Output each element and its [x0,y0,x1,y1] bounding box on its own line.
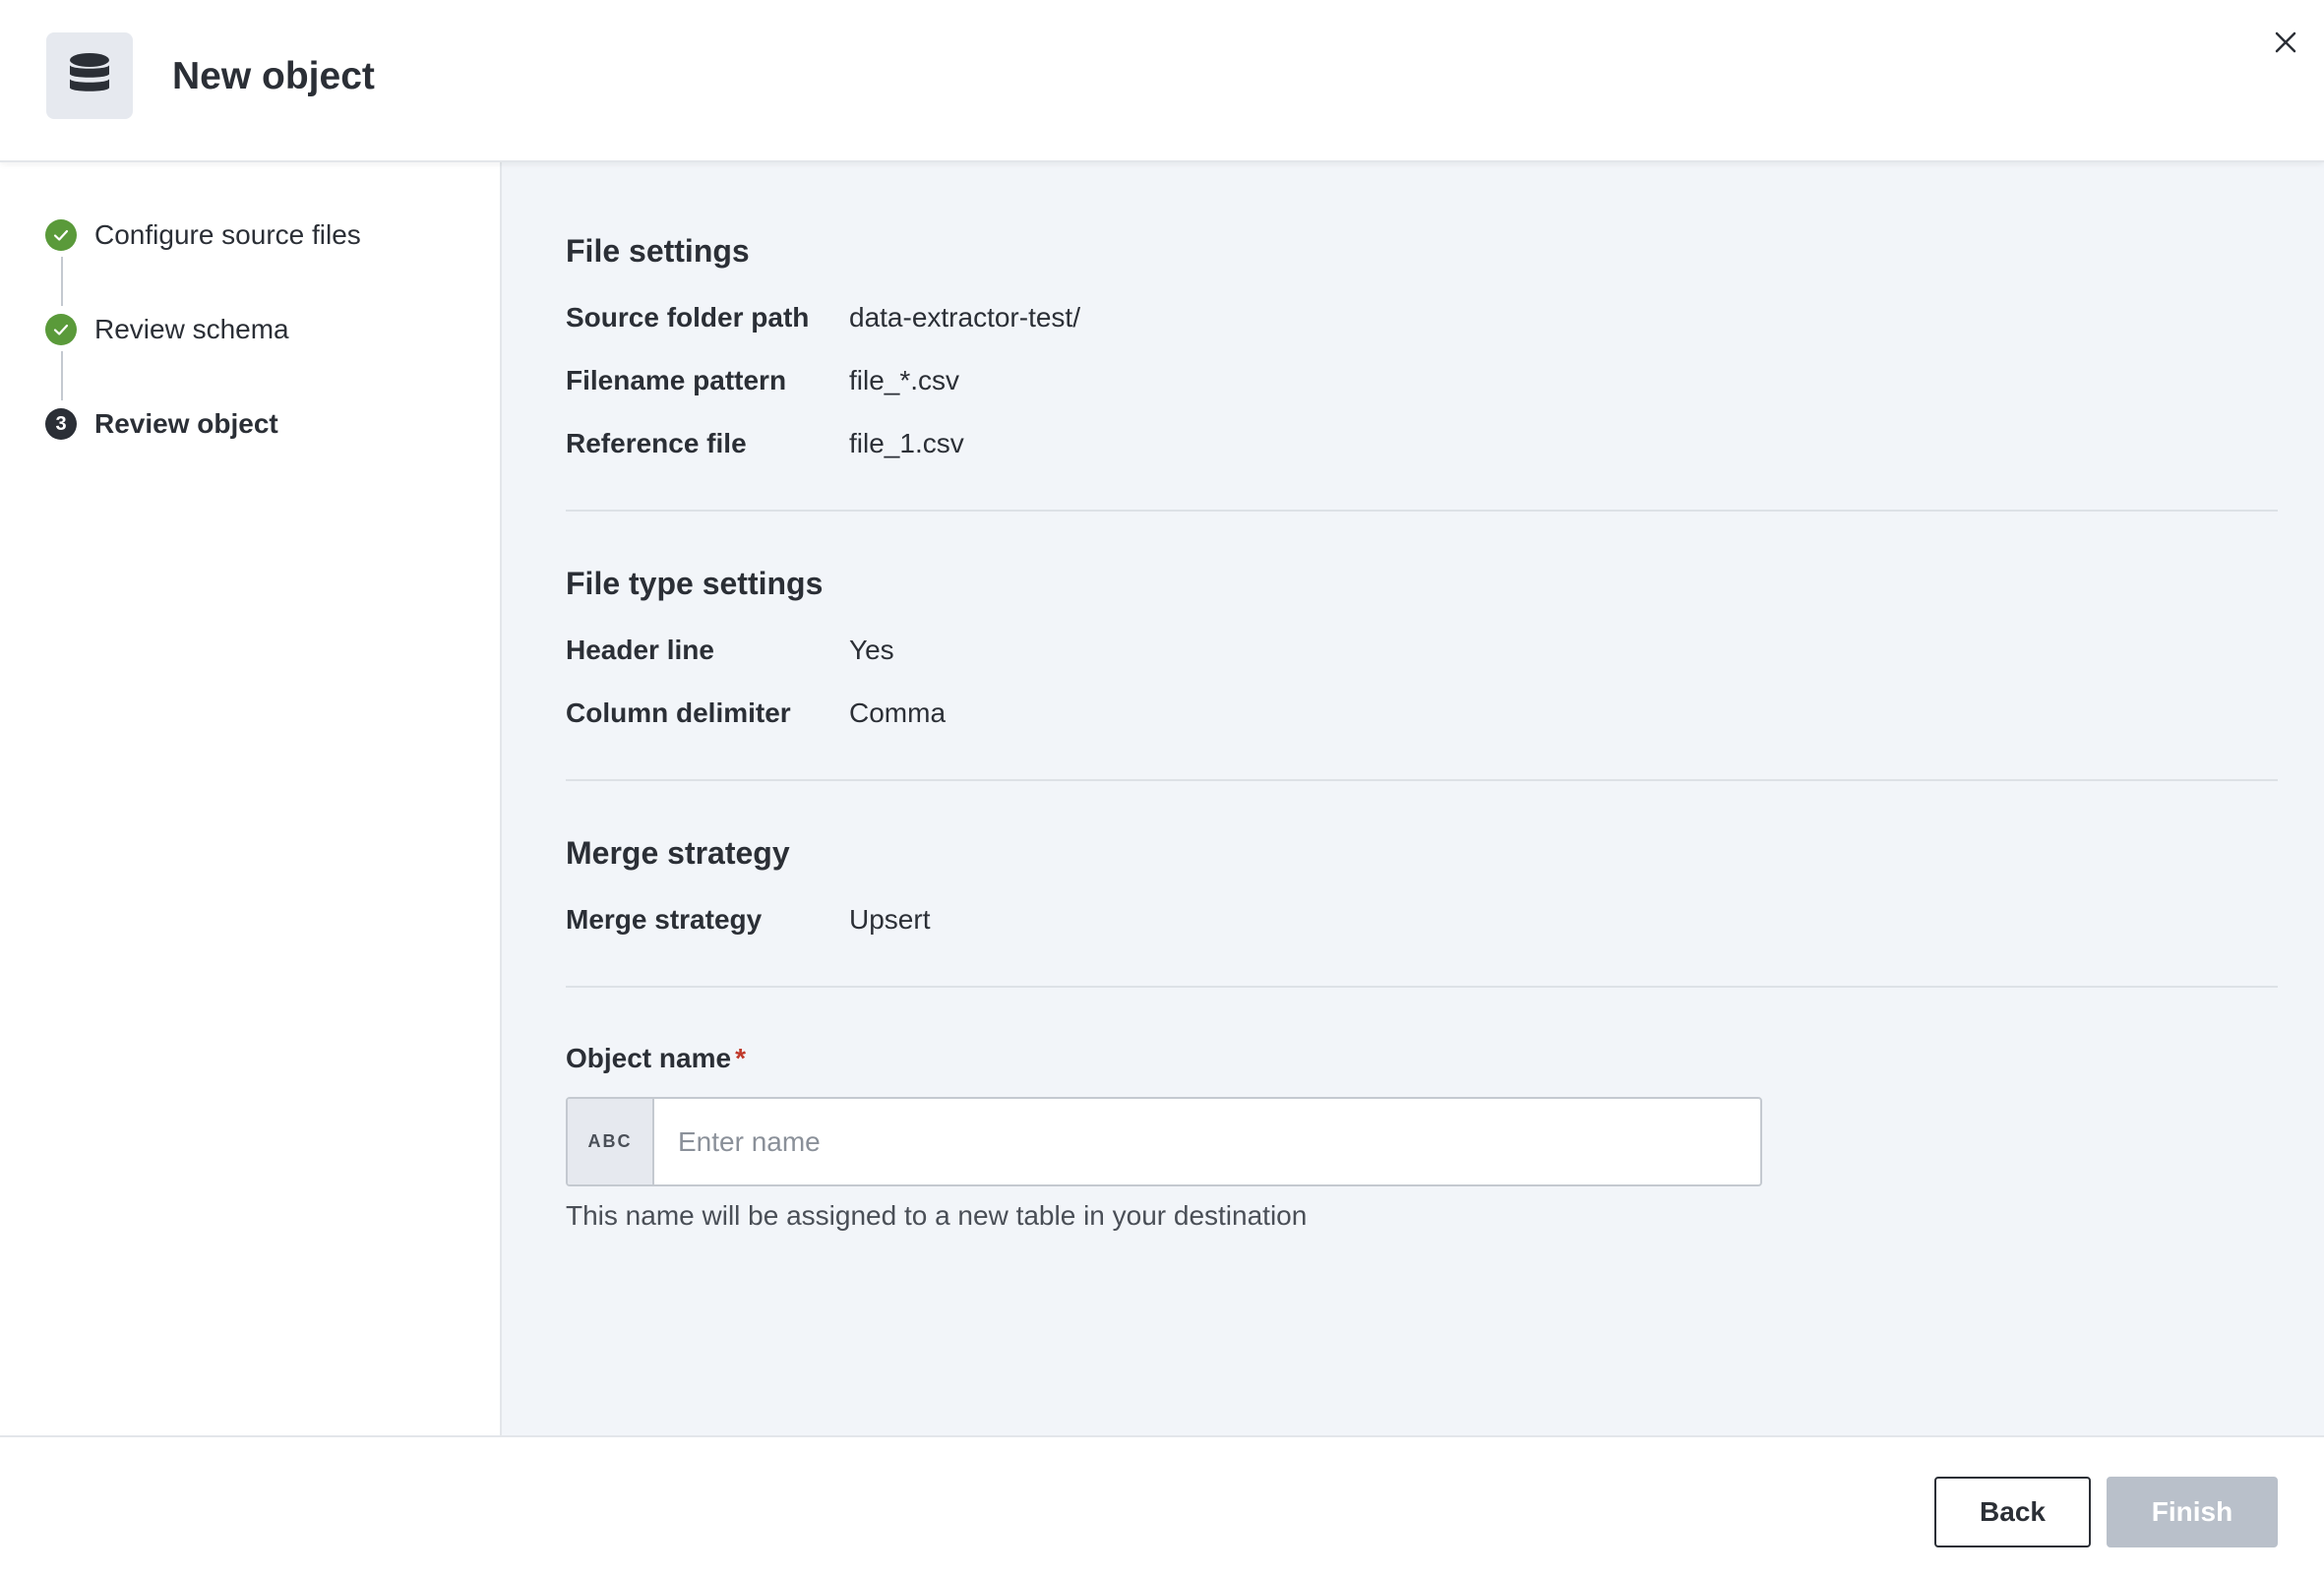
field-label: Merge strategy [566,904,763,935]
step-review-schema[interactable]: Review schema [45,310,289,349]
field-label: Source folder path [566,302,810,333]
section-title-file-type-settings: File type settings [566,566,824,601]
modal-header: New object [0,0,2324,162]
object-name-field[interactable]: ABC [566,1097,1762,1186]
step-configure-source-files[interactable]: Configure source files [45,215,361,255]
field-value: file_*.csv [849,365,960,395]
section-divider [566,779,2278,781]
object-name-label-text: Object name [566,1043,732,1073]
steps-sidebar: Configure source files Review schema 3 R… [0,162,502,1435]
field-label: Reference file [566,428,747,458]
object-name-input[interactable] [654,1099,1760,1184]
field-value: Comma [849,697,947,728]
field-value: Upsert [849,904,931,935]
section-title-merge-strategy: Merge strategy [566,835,790,871]
field-label: Filename pattern [566,365,787,395]
check-icon [45,314,77,345]
field-value: file_1.csv [849,428,964,458]
text-type-prefix: ABC [568,1099,654,1184]
step-connector [61,351,63,400]
section-title-file-settings: File settings [566,233,750,269]
check-icon [45,219,77,251]
back-button[interactable]: Back [1934,1477,2091,1547]
modal-footer: Back Finish [0,1435,2324,1576]
section-divider [566,510,2278,512]
close-icon [2275,31,2296,53]
field-value: Yes [849,635,894,665]
step-connector [61,257,63,306]
finish-button[interactable]: Finish [2107,1477,2278,1547]
field-label: Column delimiter [566,697,791,728]
step-label: Review object [94,408,278,439]
object-name-helper-text: This name will be assigned to a new tabl… [566,1200,1308,1231]
database-icon [46,32,133,119]
section-divider [566,986,2278,988]
field-value: data-extractor-test/ [849,302,1080,333]
object-name-label: Object name * [566,1041,746,1076]
step-number-badge: 3 [45,408,77,440]
step-label: Review schema [94,314,289,344]
field-label: Header line [566,635,714,665]
page-title: New object [172,55,375,97]
step-review-object[interactable]: 3 Review object [45,404,278,444]
step-label: Configure source files [94,219,361,250]
review-panel: File settings Source folder path data-ex… [502,162,2324,1435]
close-button[interactable] [2269,26,2302,59]
required-marker: * [735,1043,746,1073]
